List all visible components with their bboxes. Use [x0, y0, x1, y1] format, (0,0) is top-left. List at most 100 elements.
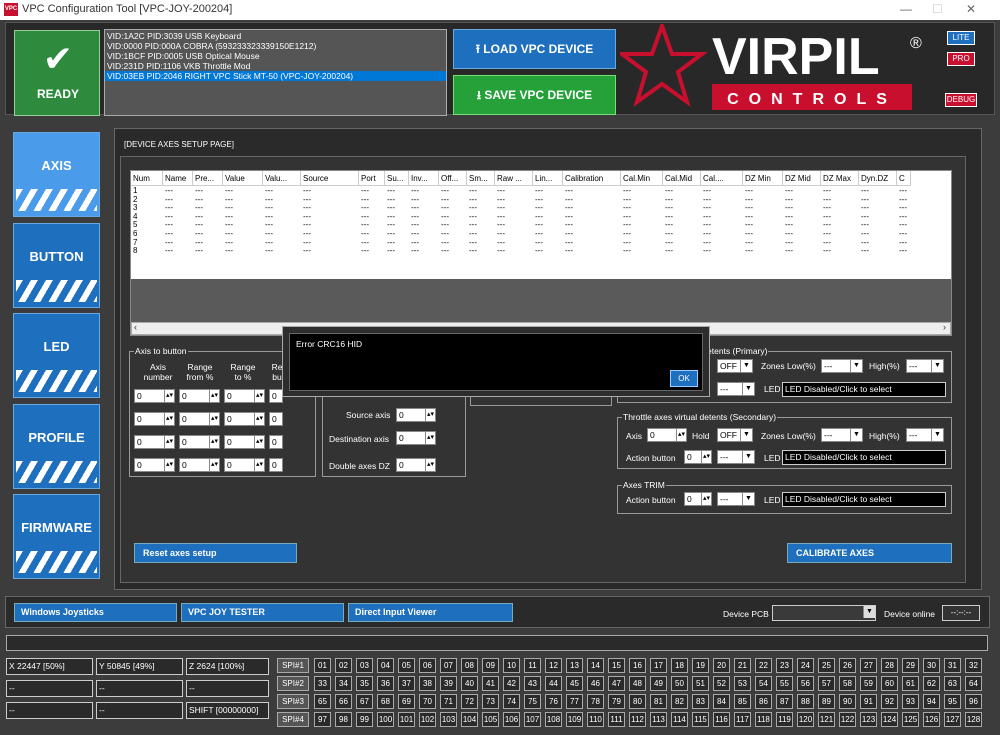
primary-zones-low-select[interactable]: --- ▼ — [821, 359, 863, 373]
direct-input-viewer-button[interactable]: Direct Input Viewer — [348, 603, 513, 622]
spin-icon[interactable]: ▴▾ — [209, 390, 219, 402]
windows-joysticks-button[interactable]: Windows Joysticks — [14, 603, 177, 622]
nav-profile[interactable]: PROFILE — [13, 404, 100, 489]
column-header[interactable]: Num — [131, 171, 163, 186]
load-device-button[interactable]: ⭱ LOAD VPC DEVICE — [453, 29, 616, 69]
column-header[interactable]: Cal.Mid — [663, 171, 701, 186]
primary-hold-select[interactable]: OFF ▼ — [717, 359, 753, 373]
save-device-button[interactable]: ⭳ SAVE VPC DEVICE — [453, 75, 616, 115]
column-header[interactable]: Cal.... — [701, 171, 743, 186]
table-cell: --- — [565, 246, 573, 256]
axes-table[interactable]: Num 1 2 3 4 5 6 7 8 Name --- --- --- --- --- --- --- --- P… — [131, 171, 951, 279]
axis-to-button-stepper[interactable]: 0 ▴▾ — [179, 435, 220, 449]
calibrate-axes-button[interactable]: CALIBRATE AXES — [787, 543, 952, 563]
spin-icon[interactable]: ▴▾ — [254, 413, 264, 425]
trim-action-select[interactable]: --- ▼ — [717, 492, 755, 506]
axis-to-button-stepper[interactable]: 0 ▴▾ — [134, 389, 175, 403]
column-header[interactable]: Dyn.DZ — [859, 171, 897, 186]
axis-to-button-stepper[interactable]: 0 ▴▾ — [179, 389, 220, 403]
column-header[interactable]: Raw ... — [495, 171, 533, 186]
column-header[interactable]: DZ Mid — [783, 171, 821, 186]
destination-axis-stepper[interactable]: 0 ▴▾ — [396, 431, 436, 445]
spin-icon[interactable]: ▴▾ — [209, 436, 219, 448]
nav-firmware[interactable]: FIRMWARE — [13, 494, 100, 579]
secondary-action-select[interactable]: --- ▼ — [717, 450, 755, 464]
maximize-icon[interactable]: ☐ — [932, 2, 943, 16]
column-header[interactable]: Calibration — [563, 171, 621, 186]
spin-icon[interactable]: ▴▾ — [164, 390, 174, 402]
spin-icon[interactable]: ▴▾ — [164, 413, 174, 425]
ok-button[interactable]: OK — [670, 370, 698, 387]
spin-icon[interactable]: ▴▾ — [209, 459, 219, 471]
primary-action-select[interactable]: --- ▼ — [717, 382, 755, 396]
column-header[interactable]: C — [897, 171, 911, 186]
column-header[interactable]: Valu... — [263, 171, 301, 186]
device-item[interactable]: VID:1A2C PID:3039 USB Keyboard — [105, 31, 446, 41]
debug-button[interactable]: DEBUG — [945, 93, 977, 107]
secondary-zones-low-select[interactable]: --- ▼ — [821, 428, 863, 442]
scroll-right-icon[interactable]: › — [943, 322, 946, 332]
spin-icon[interactable]: ▴▾ — [209, 413, 219, 425]
pro-button[interactable]: PRO — [947, 52, 975, 66]
spin-icon[interactable]: ▴▾ — [164, 459, 174, 471]
axis-to-button-stepper[interactable]: 0 ▴▾ — [179, 412, 220, 426]
axis-to-button-stepper[interactable]: 0 — [269, 435, 283, 449]
scroll-left-icon[interactable]: ‹ — [134, 322, 137, 332]
button-indicator: 44 — [545, 676, 562, 691]
device-item[interactable]: VID:0000 PID:000A COBRA (593233323339150… — [105, 41, 446, 51]
vpc-joy-tester-button[interactable]: VPC JOY TESTER — [181, 603, 344, 622]
axis-to-button-stepper[interactable]: 0 ▴▾ — [224, 412, 265, 426]
device-list[interactable]: VID:1A2C PID:3039 USB Keyboard VID:0000 … — [104, 29, 447, 116]
column-header[interactable]: Sm... — [467, 171, 495, 186]
double-dz-stepper[interactable]: 0 ▴▾ — [396, 458, 436, 472]
source-axis-stepper[interactable]: 0 ▴▾ — [396, 408, 436, 422]
device-item[interactable]: VID:1BCF PID:0005 USB Optical Mouse — [105, 51, 446, 61]
reset-axes-button[interactable]: Reset axes setup — [134, 543, 297, 563]
axis-to-button-stepper[interactable]: 0 — [269, 412, 283, 426]
axis-to-button-stepper[interactable]: 0 ▴▾ — [179, 458, 220, 472]
column-header[interactable]: Cal.Min — [621, 171, 663, 186]
spin-icon[interactable]: ▴▾ — [254, 390, 264, 402]
column-header[interactable]: Pre... — [193, 171, 223, 186]
column-header[interactable]: Port — [359, 171, 385, 186]
axis-to-button-stepper[interactable]: 0 ▴▾ — [224, 435, 265, 449]
axis-to-button-stepper[interactable]: 0 ▴▾ — [224, 458, 265, 472]
axis-to-button-stepper[interactable]: 0 ▴▾ — [134, 458, 175, 472]
column-header[interactable]: Su... — [385, 171, 409, 186]
minimize-icon[interactable]: — — [900, 2, 912, 16]
primary-high-select[interactable]: --- ▼ — [906, 359, 944, 373]
trim-led-select[interactable]: LED Disabled/Click to select — [782, 492, 946, 507]
spin-icon[interactable]: ▴▾ — [164, 436, 174, 448]
secondary-high-select[interactable]: --- ▼ — [906, 428, 944, 442]
axis-to-button-stepper[interactable]: 0 — [269, 458, 283, 472]
column-header[interactable]: Name — [163, 171, 193, 186]
trim-action-stepper[interactable]: 0 ▴▾ — [684, 492, 712, 506]
nav-axis[interactable]: AXIS — [13, 132, 100, 217]
column-header[interactable]: Source — [301, 171, 359, 186]
column-header[interactable]: Value — [223, 171, 263, 186]
spin-icon[interactable]: ▴▾ — [254, 436, 264, 448]
axis-to-button-stepper[interactable]: 0 ▴▾ — [224, 389, 265, 403]
secondary-axis-stepper[interactable]: 0 ▴▾ — [647, 428, 687, 442]
device-item[interactable]: VID:231D PID:1106 VKB Throttle Mod — [105, 61, 446, 71]
trim-action-label: Action button — [626, 495, 676, 505]
primary-led-select[interactable]: LED Disabled/Click to select — [782, 382, 946, 397]
axis-to-button-stepper[interactable]: 0 ▴▾ — [134, 412, 175, 426]
spin-icon[interactable]: ▴▾ — [254, 459, 264, 471]
nav-led[interactable]: LED — [13, 313, 100, 398]
axis-to-button-stepper[interactable]: 0 — [269, 389, 283, 403]
column-header[interactable]: Off... — [439, 171, 467, 186]
column-header[interactable]: DZ Max — [821, 171, 859, 186]
secondary-led-select[interactable]: LED Disabled/Click to select — [782, 450, 946, 465]
lite-button[interactable]: LITE — [947, 31, 975, 45]
close-icon[interactable]: ✕ — [966, 2, 976, 16]
column-header[interactable]: DZ Min — [743, 171, 783, 186]
device-item-selected[interactable]: VID:03EB PID:2046 RIGHT VPC Stick MT-50 … — [105, 71, 446, 81]
axis-to-button-stepper[interactable]: 0 ▴▾ — [134, 435, 175, 449]
column-header[interactable]: Lin... — [533, 171, 563, 186]
device-pcb-select[interactable]: ▼ — [772, 605, 876, 621]
secondary-action-stepper[interactable]: 0 ▴▾ — [684, 450, 712, 464]
secondary-hold-select[interactable]: OFF ▼ — [717, 428, 753, 442]
nav-button[interactable]: BUTTON — [13, 223, 100, 308]
column-header[interactable]: Inv... — [409, 171, 439, 186]
